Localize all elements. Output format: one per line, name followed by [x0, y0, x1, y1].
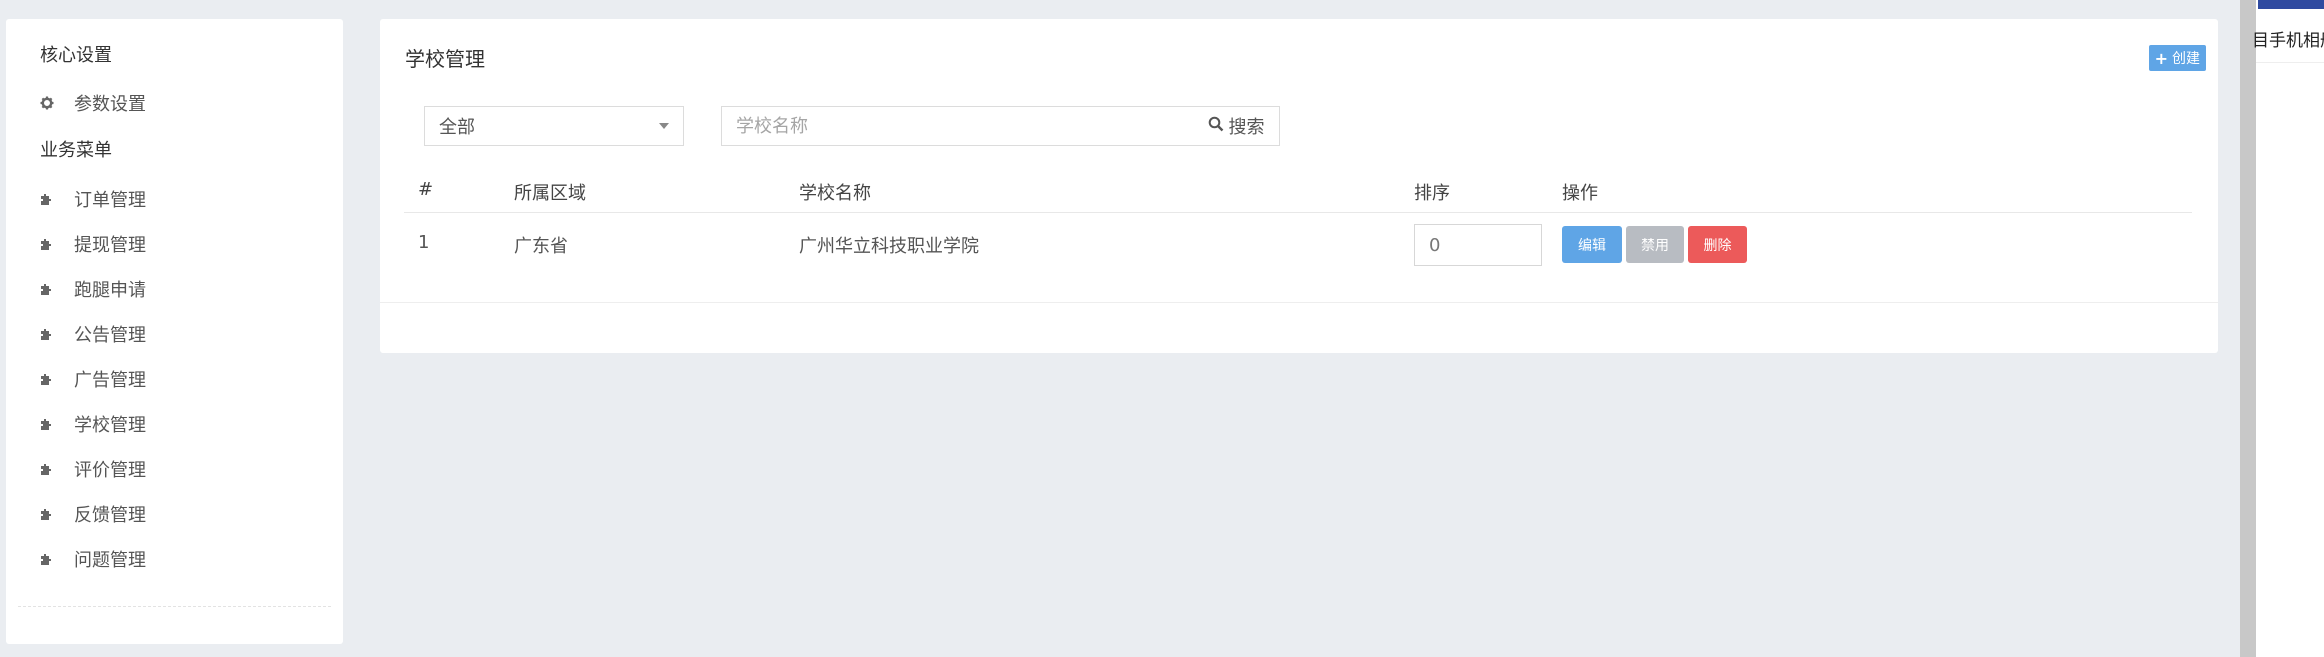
- sidebar-item-feedback[interactable]: 反馈管理: [40, 497, 146, 531]
- table-header-divider: [404, 212, 2192, 213]
- plus-icon: +: [2154, 48, 2168, 68]
- sidebar-item-schools[interactable]: 学校管理: [40, 407, 146, 441]
- sidebar-section-core: 核心设置: [40, 45, 112, 66]
- search-button[interactable]: 搜索: [1193, 106, 1280, 146]
- sidebar-section-business: 业务菜单: [40, 140, 112, 161]
- region-select[interactable]: 全部: [424, 106, 684, 146]
- adjacent-window-header: [2258, 0, 2324, 9]
- table-cell-school-name: 广州华立科技职业学院: [799, 236, 979, 257]
- sidebar-item-label: 公告管理: [74, 325, 146, 346]
- region-select-value: 全部: [439, 117, 475, 138]
- column-header-sort: 排序: [1414, 183, 1450, 204]
- scrollbar[interactable]: [2240, 0, 2256, 657]
- edit-button[interactable]: 编辑: [1562, 226, 1622, 263]
- sort-order-input[interactable]: [1414, 224, 1542, 266]
- sidebar-item-label: 跑腿申请: [74, 280, 146, 301]
- sidebar-item-questions[interactable]: 问题管理: [40, 542, 146, 576]
- puzzle-icon: [40, 417, 62, 431]
- adjacent-window-divider: [2256, 62, 2324, 63]
- create-button-label: 创建: [2172, 51, 2200, 67]
- sidebar-item-withdrawals[interactable]: 提现管理: [40, 227, 146, 261]
- sidebar-item-announcements[interactable]: 公告管理: [40, 317, 146, 351]
- column-header-index: #: [418, 179, 434, 200]
- puzzle-icon: [40, 507, 62, 521]
- search-icon: [1208, 116, 1224, 137]
- sidebar-item-label: 评价管理: [74, 460, 146, 481]
- puzzle-icon: [40, 282, 62, 296]
- sidebar-item-label: 广告管理: [74, 370, 146, 391]
- gear-icon: [40, 96, 62, 110]
- puzzle-icon: [40, 552, 62, 566]
- sidebar-item-label: 反馈管理: [74, 505, 146, 526]
- sidebar-item-ads[interactable]: 广告管理: [40, 362, 146, 396]
- delete-button[interactable]: 删除: [1688, 226, 1747, 263]
- caret-down-icon: [659, 123, 669, 129]
- panel-footer-divider: [380, 302, 2218, 303]
- create-button[interactable]: + 创建: [2148, 45, 2206, 71]
- disable-button[interactable]: 禁用: [1626, 226, 1684, 263]
- table-cell-index: 1: [418, 232, 430, 253]
- table-cell-region: 广东省: [514, 236, 568, 257]
- adjacent-window-text: 目手机相册: [2252, 31, 2324, 51]
- column-header-actions: 操作: [1562, 183, 1598, 204]
- column-header-region: 所属区域: [514, 183, 586, 204]
- column-header-school-name: 学校名称: [799, 183, 871, 204]
- sidebar-item-label: 订单管理: [74, 190, 146, 211]
- sidebar-divider: [18, 606, 331, 607]
- school-name-search-input[interactable]: [721, 106, 1194, 146]
- puzzle-icon: [40, 237, 62, 251]
- sidebar-item-reviews[interactable]: 评价管理: [40, 452, 146, 486]
- sidebar-item-label: 参数设置: [74, 94, 146, 115]
- school-management-panel: 学校管理 + 创建 全部 搜索 # 所属区域 学校名称 排序 操作 1 广东省 …: [380, 19, 2218, 353]
- sidebar-item-label: 学校管理: [74, 415, 146, 436]
- sidebar-item-errand-applications[interactable]: 跑腿申请: [40, 272, 146, 306]
- puzzle-icon: [40, 192, 62, 206]
- sidebar: 核心设置 参数设置 业务菜单 订单管理 提现管理 跑腿申请 公告管理 广告管理 …: [6, 19, 343, 644]
- puzzle-icon: [40, 372, 62, 386]
- sidebar-item-param-settings[interactable]: 参数设置: [40, 86, 146, 120]
- sidebar-item-orders[interactable]: 订单管理: [40, 182, 146, 216]
- search-button-label: 搜索: [1228, 117, 1265, 138]
- sidebar-item-label: 问题管理: [74, 550, 146, 571]
- adjacent-window: 目手机相册: [2252, 0, 2324, 657]
- puzzle-icon: [40, 462, 62, 476]
- page-title: 学校管理: [405, 47, 485, 71]
- sidebar-item-label: 提现管理: [74, 235, 146, 256]
- puzzle-icon: [40, 327, 62, 341]
